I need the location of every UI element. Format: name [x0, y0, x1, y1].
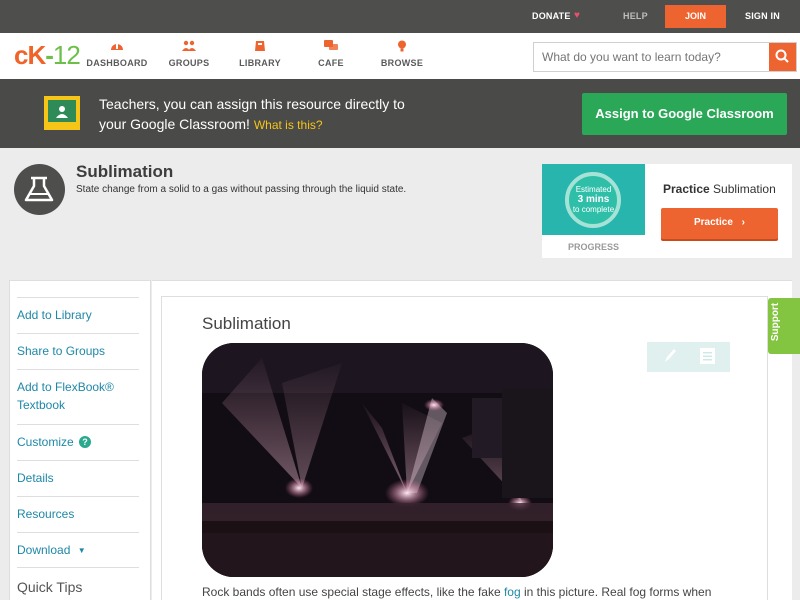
article-body: Rock bands often use special stage effec…: [202, 585, 711, 599]
progress-card: Estimated 3 mins to complete PROGRESS Pr…: [542, 164, 792, 258]
quick-tips-heading: Quick Tips: [17, 567, 139, 595]
banner-text: Teachers, you can assign this resource d…: [99, 94, 459, 135]
google-classroom-icon: [44, 96, 80, 130]
banner-line-2: your Google Classroom!: [99, 116, 250, 132]
caret-down-icon: ▼: [77, 546, 86, 555]
logo-dash: -: [45, 40, 54, 70]
resources-link[interactable]: Resources: [17, 496, 139, 532]
progress-tile: Estimated 3 mins to complete: [542, 164, 645, 235]
article-body-text-cont: in this picture. Real fog forms when: [520, 585, 712, 599]
fog-link[interactable]: fog: [504, 585, 521, 599]
share-to-groups-link[interactable]: Share to Groups: [17, 333, 139, 369]
donate-link[interactable]: DONATE: [532, 11, 571, 21]
practice-title-topic: Sublimation: [713, 182, 776, 196]
sidebar-label: Add to Library: [17, 308, 92, 322]
what-is-this-link[interactable]: What is this?: [254, 118, 323, 132]
practice-title: Practice Sublimation: [663, 182, 776, 196]
progress-label: PROGRESS: [567, 242, 619, 252]
article-body-text: Rock bands often use special stage effec…: [202, 585, 504, 599]
nav-groups[interactable]: GROUPS: [154, 40, 224, 68]
concert-photo: [202, 343, 553, 577]
search-box: [533, 42, 797, 72]
nav-label: LIBRARY: [239, 58, 281, 68]
browse-icon: [398, 40, 406, 52]
heart-icon: ♥: [574, 10, 580, 21]
chevron-right-icon: ›: [741, 217, 746, 228]
customize-link[interactable]: Customize ?: [17, 424, 139, 460]
add-to-library-link[interactable]: Add to Library: [17, 297, 139, 333]
library-icon: [255, 41, 265, 51]
concept-description: State change from a solid to a gas witho…: [76, 184, 407, 195]
support-tab[interactable]: Support: [768, 298, 800, 354]
help-icon[interactable]: ?: [79, 436, 92, 448]
ck12-logo[interactable]: cK-12: [14, 40, 81, 71]
concept-title: Sublimation: [76, 162, 174, 181]
add-to-flexbook-link[interactable]: Add to FlexBook® Textbook: [17, 369, 139, 423]
article-title: Sublimation: [202, 314, 291, 333]
nav-browse[interactable]: BROWSE: [367, 40, 437, 68]
nav-label: CAFE: [318, 58, 344, 68]
search-input[interactable]: [534, 43, 770, 71]
nav-label: BROWSE: [380, 58, 424, 68]
sidebar-label: Resources: [17, 507, 75, 521]
left-sidebar: Add to Library Share to Groups Add to Fl…: [9, 280, 151, 600]
main-navigation: cK-12 DASHBOARD GROUPS LIBRARY CAFE BROW…: [0, 33, 800, 79]
sidebar-label: Add to FlexBook®: [17, 380, 114, 394]
banner-line-1: Teachers, you can assign this resource d…: [99, 96, 405, 112]
sidebar-label: Download: [17, 543, 71, 557]
to-complete-label: to complete: [572, 205, 615, 214]
sidebar-label: Share to Groups: [17, 344, 106, 358]
search-button[interactable]: [769, 43, 796, 71]
chemistry-flask-icon: [14, 164, 65, 215]
practice-button[interactable]: Practice ›: [661, 208, 778, 239]
help-link[interactable]: HELP: [623, 11, 648, 21]
logo-ck: cK: [14, 40, 46, 70]
top-utility-bar: DONATE ♥ HELP JOIN SIGN IN: [0, 0, 800, 33]
sidebar-label: Details: [17, 471, 54, 485]
estimated-label: Estimated: [575, 185, 612, 194]
sidebar-label: Customize: [17, 435, 74, 449]
cafe-icon: [324, 40, 338, 50]
sign-in-link[interactable]: SIGN IN: [745, 11, 780, 21]
nav-cafe[interactable]: CAFE: [296, 40, 366, 68]
estimated-time: 3 mins: [577, 194, 610, 205]
nav-label: GROUPS: [168, 58, 210, 68]
assign-google-classroom-button[interactable]: Assign to Google Classroom: [582, 93, 787, 135]
details-link[interactable]: Details: [17, 460, 139, 496]
support-label: Support: [770, 302, 781, 342]
join-button[interactable]: JOIN: [665, 5, 726, 28]
notes-icon[interactable]: [700, 348, 715, 364]
search-icon: [775, 49, 789, 63]
groups-icon: [182, 40, 196, 51]
sidebar-label: Textbook: [17, 398, 66, 412]
nav-library[interactable]: LIBRARY: [225, 40, 295, 68]
practice-title-bold: Practice: [663, 182, 710, 196]
download-link[interactable]: Download ▼: [17, 532, 139, 568]
dashboard-icon: [111, 44, 123, 50]
nav-label: DASHBOARD: [86, 58, 148, 68]
practice-button-label: Practice: [693, 217, 733, 228]
pencil-icon[interactable]: [660, 346, 680, 366]
nav-dashboard[interactable]: DASHBOARD: [82, 40, 152, 68]
logo-12: 12: [52, 40, 81, 70]
